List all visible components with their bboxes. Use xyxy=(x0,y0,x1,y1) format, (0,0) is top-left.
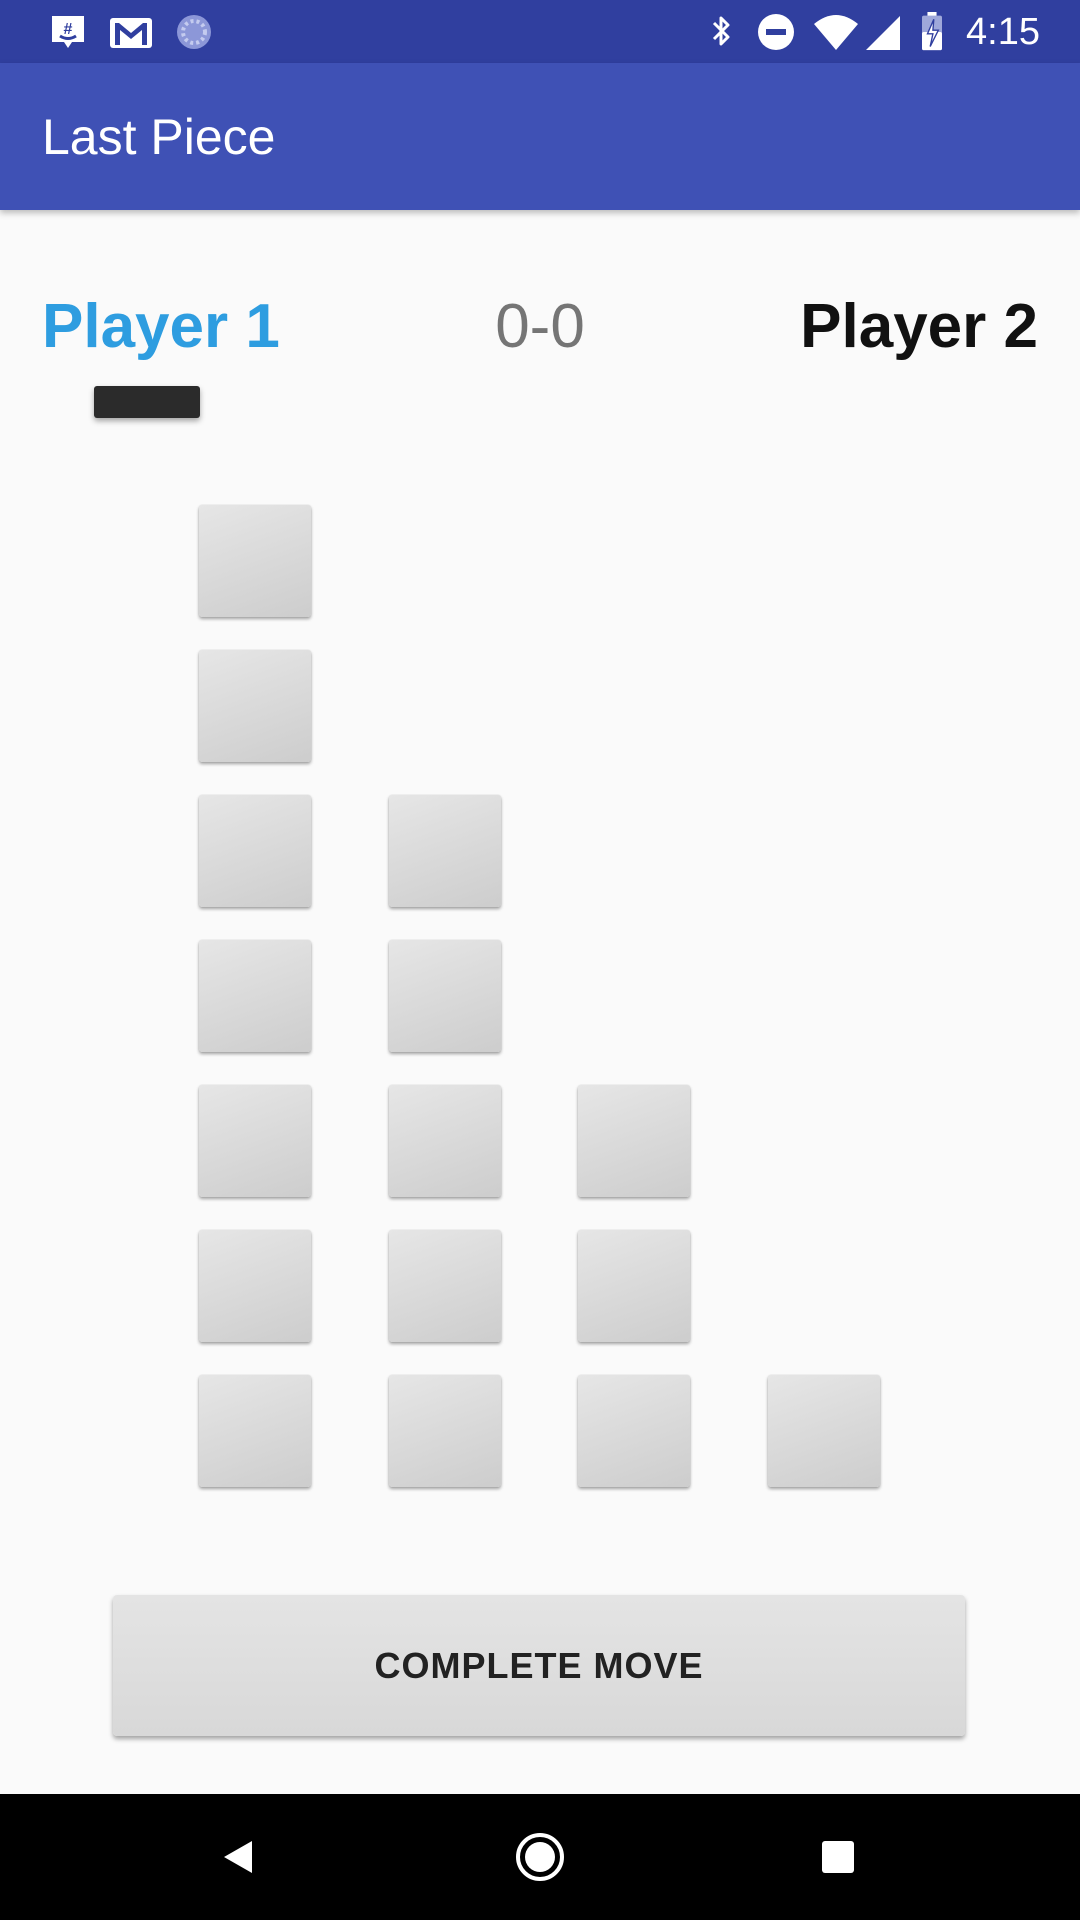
piece-col2-5[interactable] xyxy=(389,795,501,907)
recents-button[interactable] xyxy=(805,1824,871,1890)
back-button[interactable] xyxy=(207,1824,273,1890)
piece-col3-3[interactable] xyxy=(578,1085,690,1197)
back-icon xyxy=(224,1841,252,1873)
home-icon xyxy=(516,1833,564,1881)
piece-col1-7[interactable] xyxy=(199,505,311,617)
piece-col1-5[interactable] xyxy=(199,795,311,907)
piece-col1-4[interactable] xyxy=(199,940,311,1052)
piece-col2-1[interactable] xyxy=(389,1375,501,1487)
recents-icon xyxy=(822,1841,854,1873)
piece-col1-1[interactable] xyxy=(199,1375,311,1487)
piece-col4-1[interactable] xyxy=(768,1375,880,1487)
piece-col1-2[interactable] xyxy=(199,1230,311,1342)
piece-col3-1[interactable] xyxy=(578,1375,690,1487)
home-button[interactable] xyxy=(507,1824,573,1890)
piece-col3-2[interactable] xyxy=(578,1230,690,1342)
piece-col1-3[interactable] xyxy=(199,1085,311,1197)
navigation-bar xyxy=(0,1794,1080,1920)
complete-move-button[interactable]: COMPLETE MOVE xyxy=(113,1595,965,1736)
game-board xyxy=(0,0,1080,1600)
piece-col2-3[interactable] xyxy=(389,1085,501,1197)
piece-col2-2[interactable] xyxy=(389,1230,501,1342)
piece-col2-4[interactable] xyxy=(389,940,501,1052)
piece-col1-6[interactable] xyxy=(199,650,311,762)
